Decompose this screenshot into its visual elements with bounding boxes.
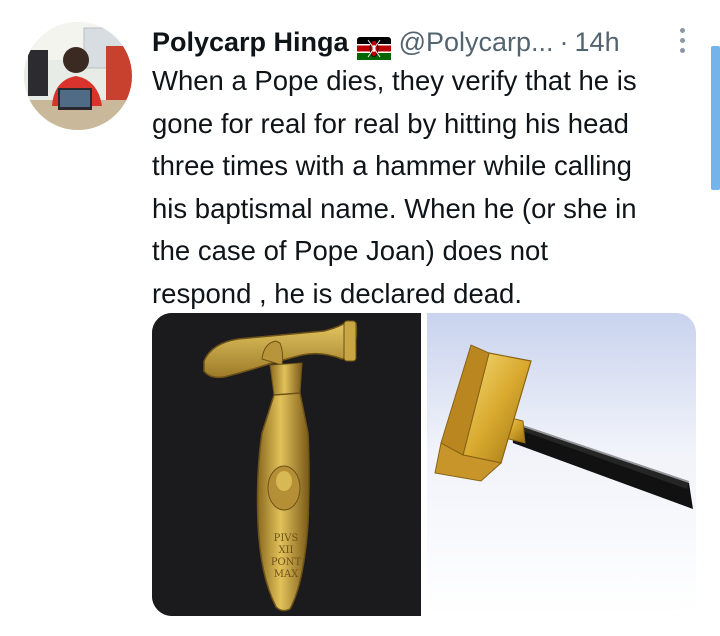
tweet-text-line: the case of Pope Joan) does not: [152, 235, 548, 266]
svg-text:MAX: MAX: [274, 569, 299, 580]
avatar[interactable]: [24, 22, 132, 130]
author-handle[interactable]: @Polycarp...: [399, 22, 554, 62]
hammer-inscription: PIVS XII PONT MAX: [271, 533, 302, 580]
media-image-simple-hammer[interactable]: [427, 313, 696, 616]
tweet-timestamp[interactable]: 14h: [575, 22, 620, 62]
profile-photo: [24, 22, 132, 130]
author-name[interactable]: Polycarp Hinga: [152, 22, 349, 62]
svg-text:PIVS: PIVS: [274, 533, 299, 544]
tweet-text-line: his baptismal name. When he (or she in: [152, 192, 637, 224]
tweet-text: When a Pope dies, they verify that he is…: [152, 60, 697, 315]
svg-text:XII: XII: [278, 545, 293, 556]
kenya-flag-icon: [356, 31, 391, 60]
tweet-text-line: When a Pope dies, they verify that he is: [152, 65, 637, 96]
tweet-header: Polycarp Hinga @Polycarp... · 14h: [152, 22, 620, 62]
tweet-text-line: three times with a hammer while calling: [152, 150, 632, 181]
header-separator: ·: [559, 27, 569, 57]
more-vertical-icon[interactable]: [670, 24, 694, 56]
tweet-text-line: gone for real for real by hitting his he…: [152, 107, 629, 139]
tweet-media[interactable]: PIVS XII PONT MAX: [152, 313, 696, 616]
scrollbar[interactable]: [711, 46, 720, 190]
tweet-text-line: respond , he is declared dead.: [152, 277, 522, 309]
media-image-ornate-hammer[interactable]: PIVS XII PONT MAX: [152, 313, 421, 616]
svg-text:PONT: PONT: [271, 557, 302, 568]
